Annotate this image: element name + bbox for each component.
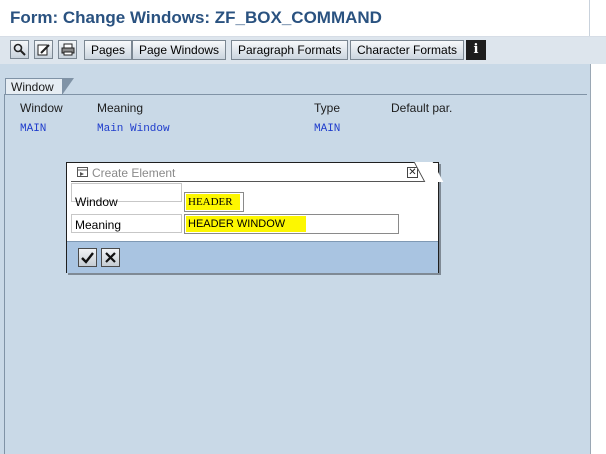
dialog-title: Create Element [92,166,176,180]
table-cell-window[interactable]: MAIN [20,123,46,135]
display-magnifier-icon[interactable] [10,40,29,59]
paragraph-formats-button[interactable]: Paragraph Formats [231,40,349,60]
table-cell-meaning[interactable]: Main Window [97,123,170,135]
window-group-frame [4,94,587,454]
window-field[interactable]: HEADER [184,192,244,212]
meaning-field[interactable]: HEADER WINDOW [184,214,399,234]
meaning-field-value: HEADER WINDOW [186,216,306,232]
window-field-value: HEADER [186,194,240,210]
column-header-default-par: Default par. [391,101,453,115]
meaning-label: Meaning [75,218,122,232]
application-toolbar: Pages Page Windows Paragraph Formats Cha… [0,37,606,64]
window-group-tab: Window [5,78,74,95]
edit-pencil-icon[interactable] [34,40,53,59]
cancel-x-icon[interactable] [101,248,120,267]
create-element-dialog: Create Element ✕ Window HEADER Meaning H… [66,162,444,273]
dialog-body: Window HEADER Meaning HEADER WINDOW [67,183,438,241]
window-label: Window [75,195,118,209]
print-icon[interactable] [58,40,77,59]
dialog-window-icon [77,167,88,177]
vertical-scrollbar[interactable] [590,64,606,454]
dialog-footer [67,241,438,273]
column-header-meaning: Meaning [97,101,144,115]
column-header-window: Window [20,101,63,115]
page-title: Form: Change Windows: ZF_BOX_COMMAND [10,8,382,27]
title-divider [589,0,590,36]
info-icon[interactable]: i [466,40,486,60]
table-cell-type[interactable]: MAIN [314,123,340,135]
page-windows-button[interactable]: Page Windows [132,40,227,60]
dialog-title-bar: Create Element ✕ [71,165,433,182]
column-header-type: Type [314,101,341,115]
title-bar: Form: Change Windows: ZF_BOX_COMMAND [0,0,606,37]
character-formats-button[interactable]: Character Formats [350,40,465,60]
pages-button[interactable]: Pages [84,40,133,60]
confirm-checkmark-icon[interactable] [78,248,97,267]
